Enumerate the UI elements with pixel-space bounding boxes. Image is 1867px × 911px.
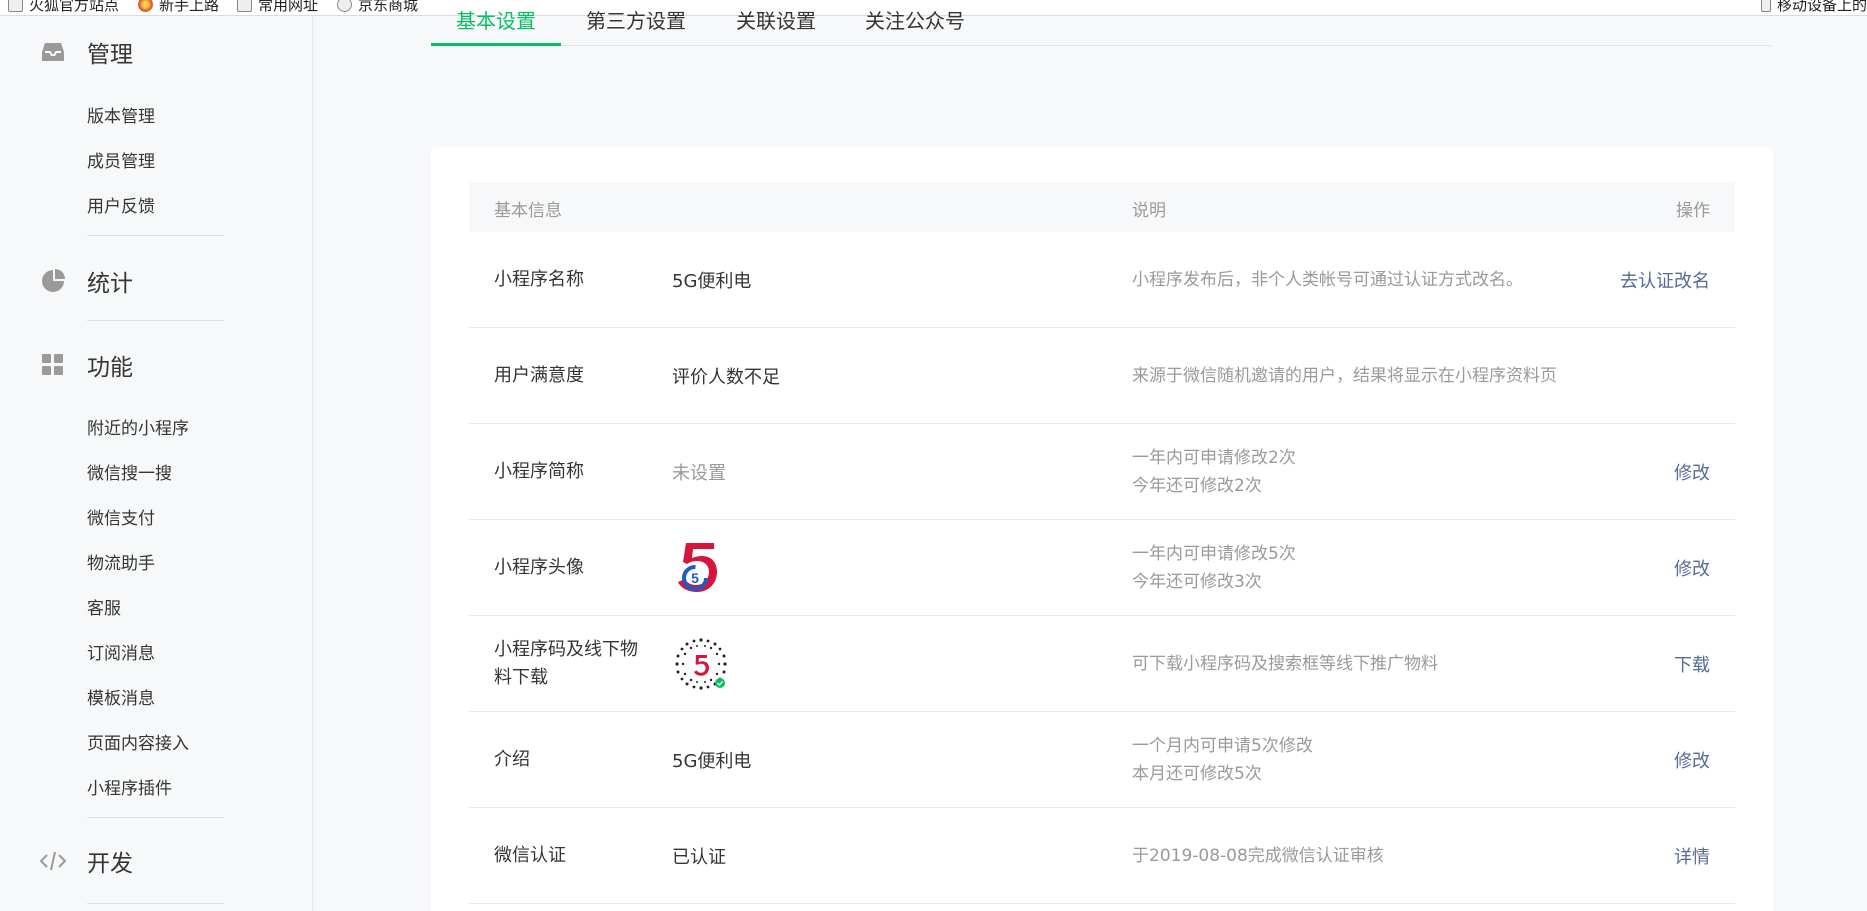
row-label: 介绍: [494, 748, 530, 770]
bookmark-label: 京东商城: [358, 0, 419, 14]
row-desc: 一个月内可申请5次修改 本月还可修改5次: [1132, 735, 1313, 784]
table-row-name: 小程序名称 5G便利电 小程序发布后，非个人类帐号可通过认证方式改名。 去认证改…: [469, 232, 1735, 328]
row-value: 未设置: [672, 462, 726, 484]
sidebar-divider: [87, 320, 224, 321]
tab-linked[interactable]: 关联设置: [736, 5, 816, 34]
bookmark-item[interactable]: 新手上路: [138, 0, 219, 15]
table-row-satisfaction: 用户满意度 评价人数不足 来源于微信随机邀请的用户，结果将显示在小程序资料页: [469, 328, 1735, 424]
logo-letter: 5: [691, 570, 699, 586]
download-link[interactable]: 下载: [1674, 651, 1710, 677]
sidebar-section-features[interactable]: 功能: [40, 350, 133, 381]
table-row-verification: 微信认证 已认证 于2019-08-08完成微信认证审核 详情: [469, 808, 1735, 904]
row-label: 小程序头像: [494, 556, 584, 578]
row-label: 小程序名称: [494, 268, 584, 290]
sidebar-item-nearby[interactable]: 附近的小程序: [87, 414, 189, 439]
row-value: 5G便利电: [672, 750, 752, 772]
sidebar-item-subscribe[interactable]: 订阅消息: [87, 639, 155, 664]
row-desc: 来源于微信随机邀请的用户，结果将显示在小程序资料页: [1132, 365, 1557, 386]
sidebar-section-stats[interactable]: 统计: [40, 266, 133, 297]
sidebar-item-template[interactable]: 模板消息: [87, 684, 155, 709]
row-label: 用户满意度: [494, 364, 584, 386]
globe-icon: [337, 0, 352, 12]
sidebar-section-title: 功能: [87, 355, 133, 381]
basic-info-card: 基本信息 说明 操作 小程序名称 5G便利电 小程序发布后，非个人类帐号可通过认…: [431, 147, 1773, 911]
sidebar-item-plugin[interactable]: 小程序插件: [87, 774, 172, 799]
details-link[interactable]: 详情: [1674, 843, 1710, 869]
tab-follow-account[interactable]: 关注公众号: [865, 5, 965, 34]
bookmark-label: 火狐官方站点: [29, 0, 120, 14]
edit-avatar-link[interactable]: 修改: [1674, 555, 1710, 581]
sidebar-divider: [87, 903, 224, 904]
pie-chart-icon: [40, 268, 66, 294]
edit-intro-link[interactable]: 修改: [1674, 747, 1710, 773]
bookmark-label: 新手上路: [159, 0, 220, 14]
sidebar-item-version[interactable]: 版本管理: [87, 102, 155, 127]
table-row-short-name: 小程序简称 未设置 一年内可申请修改2次 今年还可修改2次 修改: [469, 424, 1735, 520]
sidebar-item-service[interactable]: 客服: [87, 594, 121, 619]
sidebar-item-pay[interactable]: 微信支付: [87, 504, 155, 529]
bookmark-label: 常用网址: [258, 0, 319, 14]
table-row-qrcode: 小程序码及线下物料下载 可下载小程序码及搜索框等线下推广物料 下载: [469, 616, 1735, 712]
table-row-avatar: 小程序头像 5 一年内可申请修改5次 今年还可修改3次 修改: [469, 520, 1735, 616]
row-desc: 于2019-08-08完成微信认证审核: [1132, 845, 1384, 866]
row-value: 评价人数不足: [672, 366, 780, 388]
active-tab-indicator: [431, 43, 561, 46]
tab-third-party[interactable]: 第三方设置: [586, 5, 686, 34]
verify-rename-link[interactable]: 去认证改名: [1620, 267, 1710, 293]
code-icon: [40, 848, 66, 874]
edit-link[interactable]: 修改: [1674, 459, 1710, 485]
sidebar-divider: [87, 235, 224, 236]
sidebar-divider: [87, 817, 224, 818]
sidebar-item-logistics[interactable]: 物流助手: [87, 549, 155, 574]
sidebar-section-title: 开发: [87, 851, 133, 877]
header-info: 基本信息: [494, 201, 562, 221]
mini-program-avatar: 5: [678, 542, 717, 592]
grid-icon: [40, 352, 66, 378]
row-desc: 可下载小程序码及搜索框等线下推广物料: [1132, 653, 1438, 674]
table-row-intro: 介绍 5G便利电 一个月内可申请5次修改 本月还可修改5次 修改: [469, 712, 1735, 808]
bookmark-item[interactable]: 京东商城: [337, 0, 418, 15]
sidebar-section-title: 管理: [87, 42, 133, 68]
bookmark-item[interactable]: 火狐官方站点: [8, 0, 119, 15]
header-desc: 说明: [1132, 201, 1166, 221]
bookmark-label: 移动设备上的: [1777, 0, 1867, 14]
bookmark-item[interactable]: 常用网址: [237, 0, 318, 15]
row-value: 已认证: [672, 846, 726, 868]
header-op: 操作: [1676, 201, 1710, 221]
mini-program-code-icon: [673, 635, 729, 692]
row-label: 小程序简称: [494, 460, 584, 482]
sidebar-item-feedback[interactable]: 用户反馈: [87, 192, 155, 217]
sidebar: 管理 版本管理 成员管理 用户反馈 统计 功能 附近的小程序 微信搜一搜 微信支…: [0, 16, 313, 911]
row-label: 微信认证: [494, 844, 566, 866]
row-value: 5G便利电: [672, 270, 752, 292]
sidebar-item-content[interactable]: 页面内容接入: [87, 729, 189, 754]
folder-icon: [237, 0, 252, 12]
row-desc: 一年内可申请修改2次 今年还可修改2次: [1132, 447, 1296, 496]
inbox-icon: [40, 39, 66, 65]
sidebar-section-dev[interactable]: 开发: [40, 846, 133, 877]
settings-tabs: 基本设置 第三方设置 关联设置 关注公众号: [431, 0, 1773, 46]
row-desc: 一年内可申请修改5次 今年还可修改3次: [1132, 543, 1296, 592]
sidebar-section-title: 统计: [87, 271, 133, 297]
sidebar-item-members[interactable]: 成员管理: [87, 147, 155, 172]
table-header: 基本信息 说明 操作: [469, 182, 1735, 232]
row-label: 小程序码及线下物料下载: [494, 638, 638, 688]
sidebar-item-search[interactable]: 微信搜一搜: [87, 459, 172, 484]
row-desc: 小程序发布后，非个人类帐号可通过认证方式改名。: [1132, 269, 1523, 290]
page-icon: [8, 0, 23, 12]
firefox-icon: [138, 0, 153, 12]
bookmark-item-mobile[interactable]: 移动设备上的: [1761, 0, 1867, 15]
sidebar-section-manage[interactable]: 管理: [40, 37, 133, 68]
tab-basic[interactable]: 基本设置: [456, 5, 536, 34]
